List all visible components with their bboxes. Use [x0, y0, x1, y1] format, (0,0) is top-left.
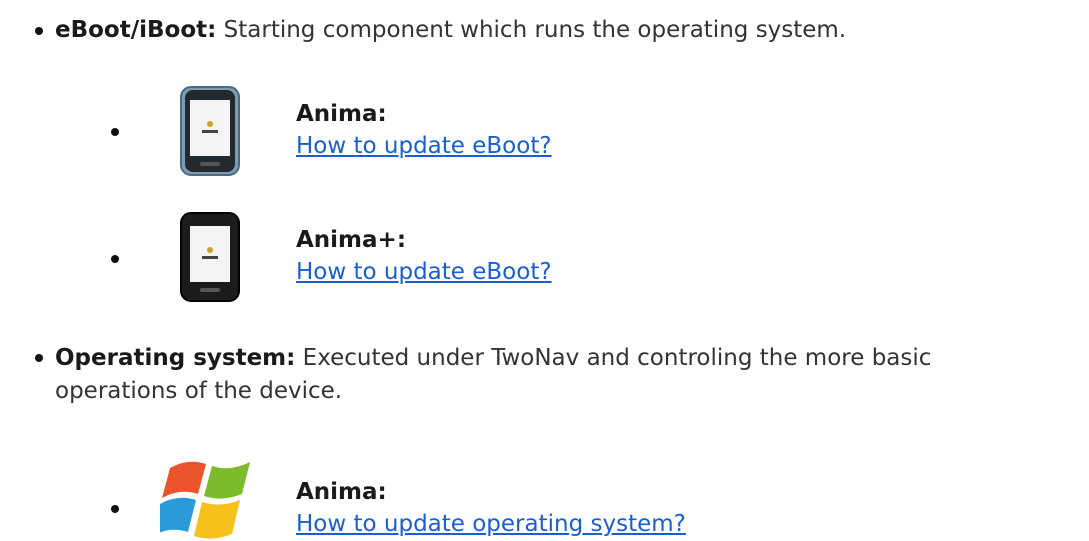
- list-bullet: [35, 27, 43, 35]
- item-description: Starting component which runs the operat…: [223, 17, 847, 43]
- update-eboot-link[interactable]: How to update eBoot?: [296, 256, 552, 288]
- item-description: Executed under TwoNav and controling the…: [302, 345, 932, 371]
- item-term: eBoot/iBoot:: [55, 17, 217, 43]
- update-eboot-link[interactable]: How to update eBoot?: [296, 130, 552, 162]
- list-item-operating-system: Operating system: Executed under TwoNav …: [55, 342, 931, 374]
- sub-list-bullet: [111, 255, 119, 263]
- anima-device-icon: [180, 86, 240, 176]
- windows-logo-icon: [160, 461, 250, 539]
- subitem-title: Anima+:: [296, 227, 407, 253]
- sub-list-bullet: [111, 505, 119, 513]
- anima-plus-device-icon: [180, 212, 240, 302]
- subitem-title: Anima:: [296, 101, 387, 127]
- item-description-continued: operations of the device.: [55, 378, 343, 404]
- item-term: Operating system:: [55, 345, 296, 371]
- sub-list-bullet: [111, 128, 119, 136]
- subitem-title: Anima:: [296, 479, 387, 505]
- update-operating-system-link[interactable]: How to update operating system?: [296, 508, 686, 540]
- list-bullet: [35, 354, 43, 362]
- list-item-eboot: eBoot/iBoot: Starting component which ru…: [55, 14, 846, 46]
